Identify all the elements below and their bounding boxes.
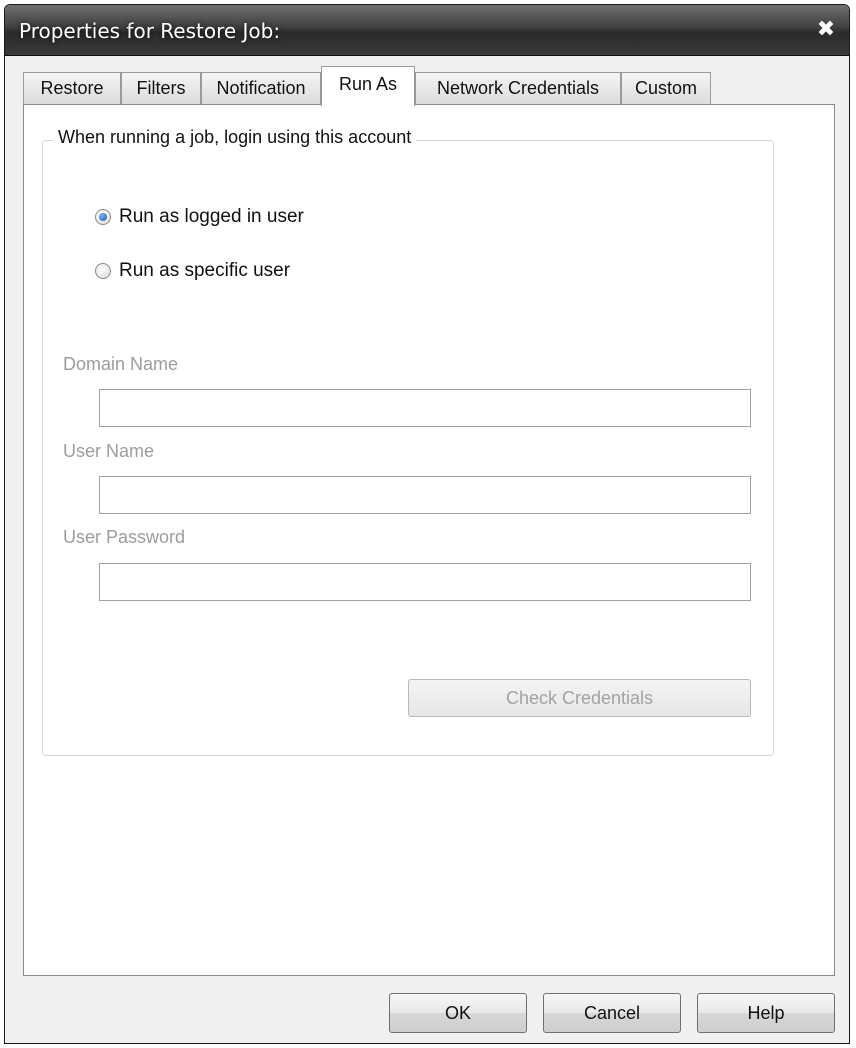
user-password-label: User Password xyxy=(63,527,186,547)
title-bar[interactable]: Properties for Restore Job: ✖ xyxy=(5,5,849,56)
user-name-label: User Name xyxy=(63,441,155,461)
login-account-group: When running a job, login using this acc… xyxy=(42,127,774,756)
radio-label: Run as logged in user xyxy=(119,206,304,227)
tab-label: Restore xyxy=(40,78,104,98)
run-as-panel: When running a job, login using this acc… xyxy=(23,104,835,976)
close-icon: ✖ xyxy=(816,17,836,42)
radio-run-as-specific-user[interactable]: Run as specific user xyxy=(95,259,290,283)
domain-name-label: Domain Name xyxy=(63,354,179,374)
tab-label: Network Credentials xyxy=(436,78,600,98)
tab-network-credentials[interactable]: Network Credentials xyxy=(415,72,621,104)
check-credentials-button[interactable]: Check Credentials xyxy=(408,679,751,717)
tab-label: Custom xyxy=(634,78,697,98)
tab-label: Run As xyxy=(338,74,398,94)
tab-run-as[interactable]: Run As xyxy=(321,66,415,106)
close-button[interactable]: ✖ xyxy=(811,17,841,43)
domain-name-input[interactable] xyxy=(99,389,751,427)
properties-dialog: Properties for Restore Job: ✖ Restore Fi… xyxy=(4,4,850,1044)
radio-label: Run as specific user xyxy=(119,260,291,281)
tab-restore[interactable]: Restore xyxy=(23,72,121,104)
tab-custom[interactable]: Custom xyxy=(621,72,711,104)
radio-selected-icon[interactable] xyxy=(95,209,111,225)
ok-button[interactable]: OK xyxy=(389,993,527,1033)
tab-label: Filters xyxy=(136,78,186,98)
radio-run-as-logged-in-user[interactable]: Run as logged in user xyxy=(95,205,304,229)
user-password-input[interactable] xyxy=(99,563,751,601)
dialog-title: Properties for Restore Job: xyxy=(19,19,281,43)
help-button[interactable]: Help xyxy=(697,993,835,1033)
dialog-body: Restore Filters Notification Run As Netw… xyxy=(5,56,849,1043)
radio-unselected-icon[interactable] xyxy=(95,263,111,279)
user-name-input[interactable] xyxy=(99,476,751,514)
tab-filters[interactable]: Filters xyxy=(121,72,201,104)
cancel-button[interactable]: Cancel xyxy=(543,993,681,1033)
tab-label: Notification xyxy=(216,78,306,98)
group-title: When running a job, login using this acc… xyxy=(53,127,417,148)
tab-notification[interactable]: Notification xyxy=(201,72,321,104)
